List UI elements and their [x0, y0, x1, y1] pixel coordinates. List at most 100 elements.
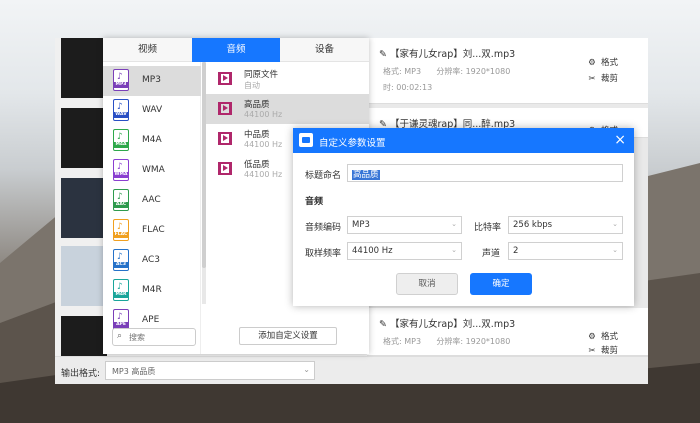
file-meta: 格式: MP3 分辨率: 1920*1080 [383, 337, 511, 346]
bitrate-select[interactable]: 256 kbps ⌄ [508, 216, 623, 234]
format-item-mp3[interactable]: ♪ MP3 MP3 [103, 66, 201, 96]
chevron-down-icon: ⌄ [612, 220, 618, 228]
close-icon[interactable]: × [614, 131, 626, 149]
file-duration: 时: 00:02:13 [383, 83, 433, 92]
format-label: FLAC [142, 225, 165, 235]
quality-item[interactable]: 同原文件 自动 [206, 64, 369, 94]
format-label: AAC [142, 195, 161, 205]
chevron-down-icon: ⌄ [451, 220, 457, 228]
video-thumbnail[interactable] [61, 246, 107, 306]
file-meta: 格式: MP3 分辨率: 1920*1080 [383, 67, 511, 76]
file-name: ✎ 【家有儿女rap】刘...双.mp3 [379, 319, 516, 330]
tab-audio[interactable]: 音频 [192, 38, 280, 62]
audio-file-icon: ♪ M4A [113, 129, 129, 151]
format-tag: M4R [113, 292, 129, 298]
format-item-ac3[interactable]: ♪ AC3 AC3 [103, 246, 201, 276]
audio-file-icon: ♪ MP3 [113, 69, 129, 91]
gear-icon: ⚙ [588, 58, 596, 68]
bitrate-label: 比特率 [474, 223, 502, 233]
output-format-select[interactable]: MP3 高品质 ⌄ [105, 361, 315, 380]
video-thumbnail[interactable] [61, 38, 107, 98]
pencil-icon[interactable]: ✎ [379, 49, 390, 60]
video-thumbnail-strip [61, 38, 107, 356]
format-tag: AC3 [113, 262, 129, 268]
pencil-icon[interactable]: ✎ [379, 319, 390, 330]
scissors-icon: ✂ [588, 346, 596, 356]
output-bar: 输出格式: MP3 高品质 ⌄ [55, 356, 648, 384]
sample-rate-label: 取样频率 [305, 249, 342, 259]
format-label: AC3 [142, 255, 161, 265]
custom-settings-dialog: 自定义参数设置 × 标题命名 高品质 音频 音频编码 MP3 ⌄ 比特率 256 … [293, 128, 634, 306]
format-item-m4r[interactable]: ♪ M4R M4R [103, 276, 201, 306]
codec-select[interactable]: MP3 ⌄ [347, 216, 462, 234]
tab-video[interactable]: 视频 [103, 38, 192, 62]
format-label: WAV [142, 105, 163, 115]
video-thumbnail[interactable] [61, 178, 107, 238]
output-format-label: 输出格式: [61, 369, 101, 379]
confirm-button[interactable]: 确定 [470, 273, 532, 295]
scissors-icon: ✂ [588, 74, 596, 84]
dialog-title: 自定义参数设置 [319, 138, 386, 149]
gear-icon: ⚙ [588, 332, 596, 342]
add-custom-setting-button[interactable]: 添加自定义设置 [239, 327, 337, 345]
audio-file-icon: ♪ FLAC [113, 219, 129, 241]
music-note-icon: ♪ [117, 312, 123, 322]
format-tag: WMA [113, 172, 129, 178]
music-note-icon: ♪ [117, 132, 123, 142]
video-thumbnail[interactable] [61, 316, 107, 356]
search-icon: ⌕ [117, 331, 123, 341]
format-search[interactable]: ⌕ [112, 328, 196, 346]
audio-file-icon: ♪ AAC [113, 189, 129, 211]
music-note-icon: ♪ [117, 72, 123, 82]
title-name-input[interactable]: 高品质 [347, 164, 623, 182]
audio-file-icon: ♪ WAV [113, 99, 129, 121]
title-name-label: 标题命名 [305, 171, 342, 181]
music-note-icon: ♪ [117, 252, 123, 262]
film-play-icon [218, 102, 232, 115]
trim-button[interactable]: ✂ 裁剪 [586, 344, 618, 356]
format-tag: M4A [113, 142, 129, 148]
chevron-down-icon: ⌄ [451, 246, 457, 254]
format-button[interactable]: ⚙格式 [586, 330, 618, 342]
format-tag: MP3 [113, 82, 129, 88]
music-note-icon: ♪ [117, 222, 123, 232]
film-play-icon [218, 162, 232, 175]
search-input[interactable] [129, 331, 193, 344]
format-item-wav[interactable]: ♪ WAV WAV [103, 96, 201, 126]
quality-name: 低品质 [244, 160, 270, 170]
film-play-icon [218, 132, 232, 145]
format-item-aac[interactable]: ♪ AAC AAC [103, 186, 201, 216]
trim-button[interactable]: ✂ 裁剪 [586, 72, 618, 84]
format-list: ♪ MP3 MP3 ♪ WAV WAV ♪ M4A M4A ♪ WMA WMA ♪ AAC AAC ♪ FLAC… [103, 62, 201, 354]
codec-label: 音频编码 [305, 223, 342, 233]
file-item[interactable]: ✎ 【家有儿女rap】刘...双.mp3 格式: MP3 分辨率: 1920*1… [367, 38, 648, 104]
format-tabs: 视频 音频 设备 [103, 38, 369, 62]
quality-sample-rate: 自动 [244, 81, 260, 90]
format-label: WMA [142, 165, 165, 175]
cancel-button[interactable]: 取消 [396, 273, 458, 295]
music-note-icon: ♪ [117, 192, 123, 202]
format-tag: FLAC [113, 232, 129, 238]
file-name: ✎ 【家有儿女rap】刘...双.mp3 [379, 49, 516, 60]
format-button[interactable]: ⚙格式 [586, 56, 618, 68]
music-note-icon: ♪ [117, 162, 123, 172]
format-label: APE [142, 315, 160, 325]
format-label: M4A [142, 135, 162, 145]
film-play-icon [218, 72, 232, 85]
sample-rate-select[interactable]: 44100 Hz ⌄ [347, 242, 462, 260]
audio-file-icon: ♪ M4R [113, 279, 129, 301]
channel-select[interactable]: 2 ⌄ [508, 242, 623, 260]
quality-item[interactable]: 高品质 44100 Hz [206, 94, 369, 124]
quality-sample-rate: 44100 Hz [244, 170, 283, 179]
chevron-down-icon: ⌄ [612, 246, 618, 254]
tab-device[interactable]: 设备 [280, 38, 369, 62]
chevron-down-icon: ⌄ [303, 365, 310, 374]
file-item[interactable]: ✎ 【家有儿女rap】刘...双.mp3 格式: MP3 分辨率: 1920*1… [367, 308, 648, 356]
format-item-flac[interactable]: ♪ FLAC FLAC [103, 216, 201, 246]
quality-name: 中品质 [244, 130, 270, 140]
video-thumbnail[interactable] [61, 108, 107, 168]
format-item-wma[interactable]: ♪ WMA WMA [103, 156, 201, 186]
quality-sample-rate: 44100 Hz [244, 140, 283, 149]
app-logo-icon [299, 133, 313, 147]
format-item-m4a[interactable]: ♪ M4A M4A [103, 126, 201, 156]
